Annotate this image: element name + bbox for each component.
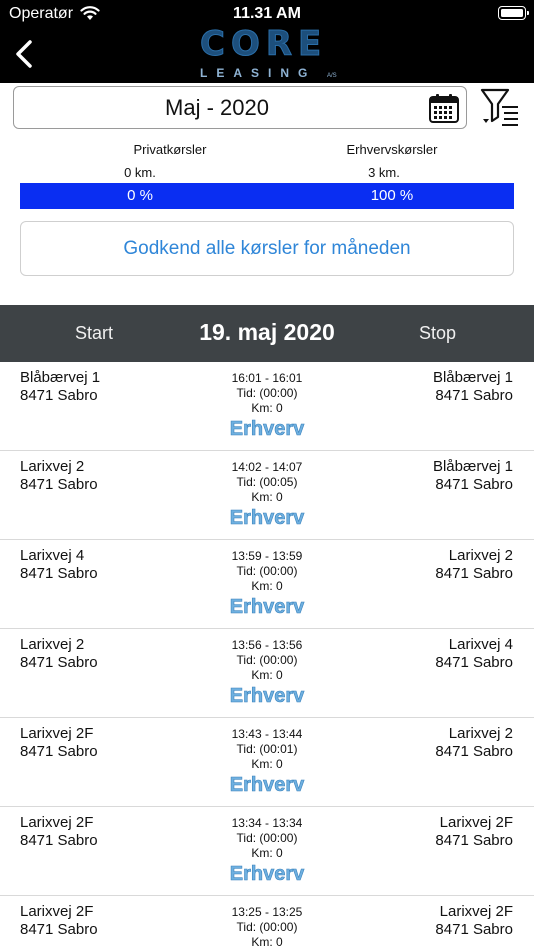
trip-stop-street: Larixvej 2F (439, 903, 513, 920)
trip-duration: Tid: (00:00) (236, 831, 298, 845)
trip-duration: Tid: (00:00) (236, 564, 298, 578)
trip-stop-city: 8471 Sabro (435, 654, 513, 671)
trip-start-street: Larixvej 4 (20, 547, 85, 564)
trip-start-street: Larixvej 2 (20, 458, 85, 475)
trip-stop-city: 8471 Sabro (435, 476, 513, 493)
private-percent: 0 % (127, 187, 153, 204)
trip-start-city: 8471 Sabro (20, 387, 98, 404)
trip-list[interactable]: Blåbærvej 1 8471 Sabro 16:01 - 16:01 Tid… (0, 362, 534, 950)
trip-row[interactable]: Larixvej 2 8471 Sabro 13:56 - 13:56 Tid:… (0, 629, 534, 718)
trip-start-city: 8471 Sabro (20, 476, 98, 493)
trip-type-label[interactable]: Erhverv (167, 418, 367, 441)
trip-km: Km: 0 (251, 579, 283, 593)
trip-duration: Tid: (00:05) (236, 475, 298, 489)
trip-time-range: 13:56 - 13:56 (231, 638, 303, 652)
trip-time-range: 13:25 - 13:25 (231, 905, 303, 919)
trip-stop-city: 8471 Sabro (435, 565, 513, 582)
trip-km: Km: 0 (251, 401, 283, 415)
trip-km: Km: 0 (251, 935, 283, 949)
trip-time-range: 13:59 - 13:59 (231, 549, 303, 563)
trip-duration: Tid: (00:00) (236, 386, 298, 400)
trip-row[interactable]: Larixvej 2 8471 Sabro 14:02 - 14:07 Tid:… (0, 451, 534, 540)
trip-time-range: 13:34 - 13:34 (231, 816, 303, 830)
trip-stop-street: Larixvej 2F (439, 814, 513, 831)
battery-icon (498, 6, 529, 20)
logo-main-text: CORE (199, 24, 328, 65)
approve-all-button[interactable]: Godkend alle kørsler for måneden (20, 221, 514, 276)
trip-type-label[interactable]: Erhverv (167, 863, 367, 886)
trip-start-street: Larixvej 2F (20, 725, 94, 742)
trip-time-range: 14:02 - 14:07 (231, 460, 303, 474)
trip-km: Km: 0 (251, 846, 283, 860)
top-bar: Operatør 11.31 AM CORE LEASING A/S (0, 0, 534, 83)
trip-start-street: Larixvej 2F (20, 814, 94, 831)
trip-duration: Tid: (00:00) (236, 920, 298, 934)
trip-start-city: 8471 Sabro (20, 921, 98, 938)
trip-stop-city: 8471 Sabro (435, 921, 513, 938)
trip-type-label[interactable]: Erhverv (167, 774, 367, 797)
trip-km: Km: 0 (251, 668, 283, 682)
month-selector[interactable]: Maj - 2020 (13, 86, 467, 129)
day-header: Start 19. maj 2020 Stop (0, 305, 534, 362)
trip-stop-street: Larixvej 2 (448, 547, 513, 564)
trip-row[interactable]: Blåbærvej 1 8471 Sabro 16:01 - 16:01 Tid… (0, 362, 534, 451)
trip-type-label[interactable]: Erhverv (167, 507, 367, 530)
back-chevron-icon[interactable] (10, 36, 40, 72)
business-percent: 100 % (370, 187, 414, 204)
trip-start-city: 8471 Sabro (20, 832, 98, 849)
trip-stop-street: Larixvej 2 (448, 725, 513, 742)
trip-stop-street: Larixvej 4 (448, 636, 513, 653)
clock: 11.31 AM (233, 5, 301, 22)
logo-suffix-text: A/S (327, 73, 337, 79)
trip-time-range: 13:43 - 13:44 (231, 727, 303, 741)
trip-duration: Tid: (00:00) (236, 653, 298, 667)
month-label: Maj - 2020 (165, 95, 269, 120)
trip-start-city: 8471 Sabro (20, 565, 98, 582)
business-km-value: 3 km. (368, 165, 400, 180)
trip-stop-city: 8471 Sabro (435, 387, 513, 404)
trip-row[interactable]: Larixvej 2F 8471 Sabro 13:43 - 13:44 Tid… (0, 718, 534, 807)
trip-row[interactable]: Larixvej 2F 8471 Sabro 13:34 - 13:34 Tid… (0, 807, 534, 896)
trip-stop-city: 8471 Sabro (435, 743, 513, 760)
trip-row[interactable]: Larixvej 2F 8471 Sabro 13:25 - 13:25 Tid… (0, 896, 534, 950)
trip-type-label[interactable]: Erhverv (167, 685, 367, 708)
trip-start-city: 8471 Sabro (20, 743, 98, 760)
private-trips-label: Privatkørsler (133, 142, 207, 157)
trip-start-city: 8471 Sabro (20, 654, 98, 671)
trip-km: Km: 0 (251, 490, 283, 504)
core-leasing-logo: CORE LEASING A/S (195, 24, 345, 82)
trip-stop-city: 8471 Sabro (435, 832, 513, 849)
logo-sub-text: LEASING (200, 66, 317, 80)
business-trips-label: Erhvervskørsler (346, 142, 438, 157)
private-km-value: 0 km. (124, 165, 156, 180)
trip-km: Km: 0 (251, 757, 283, 771)
trip-stop-street: Blåbærvej 1 (432, 369, 513, 386)
calendar-icon[interactable] (428, 92, 460, 124)
trip-row[interactable]: Larixvej 4 8471 Sabro 13:59 - 13:59 Tid:… (0, 540, 534, 629)
trip-start-street: Larixvej 2F (20, 903, 94, 920)
trip-start-street: Larixvej 2 (20, 636, 85, 653)
trip-start-street: Blåbærvej 1 (20, 369, 101, 386)
stop-column-label: Stop (419, 323, 457, 343)
trip-time-range: 16:01 - 16:01 (231, 371, 303, 385)
filter-icon[interactable] (480, 87, 522, 127)
trip-stop-street: Blåbærvej 1 (432, 458, 513, 475)
trip-type-label[interactable]: Erhverv (167, 596, 367, 619)
trip-duration: Tid: (00:01) (236, 742, 298, 756)
